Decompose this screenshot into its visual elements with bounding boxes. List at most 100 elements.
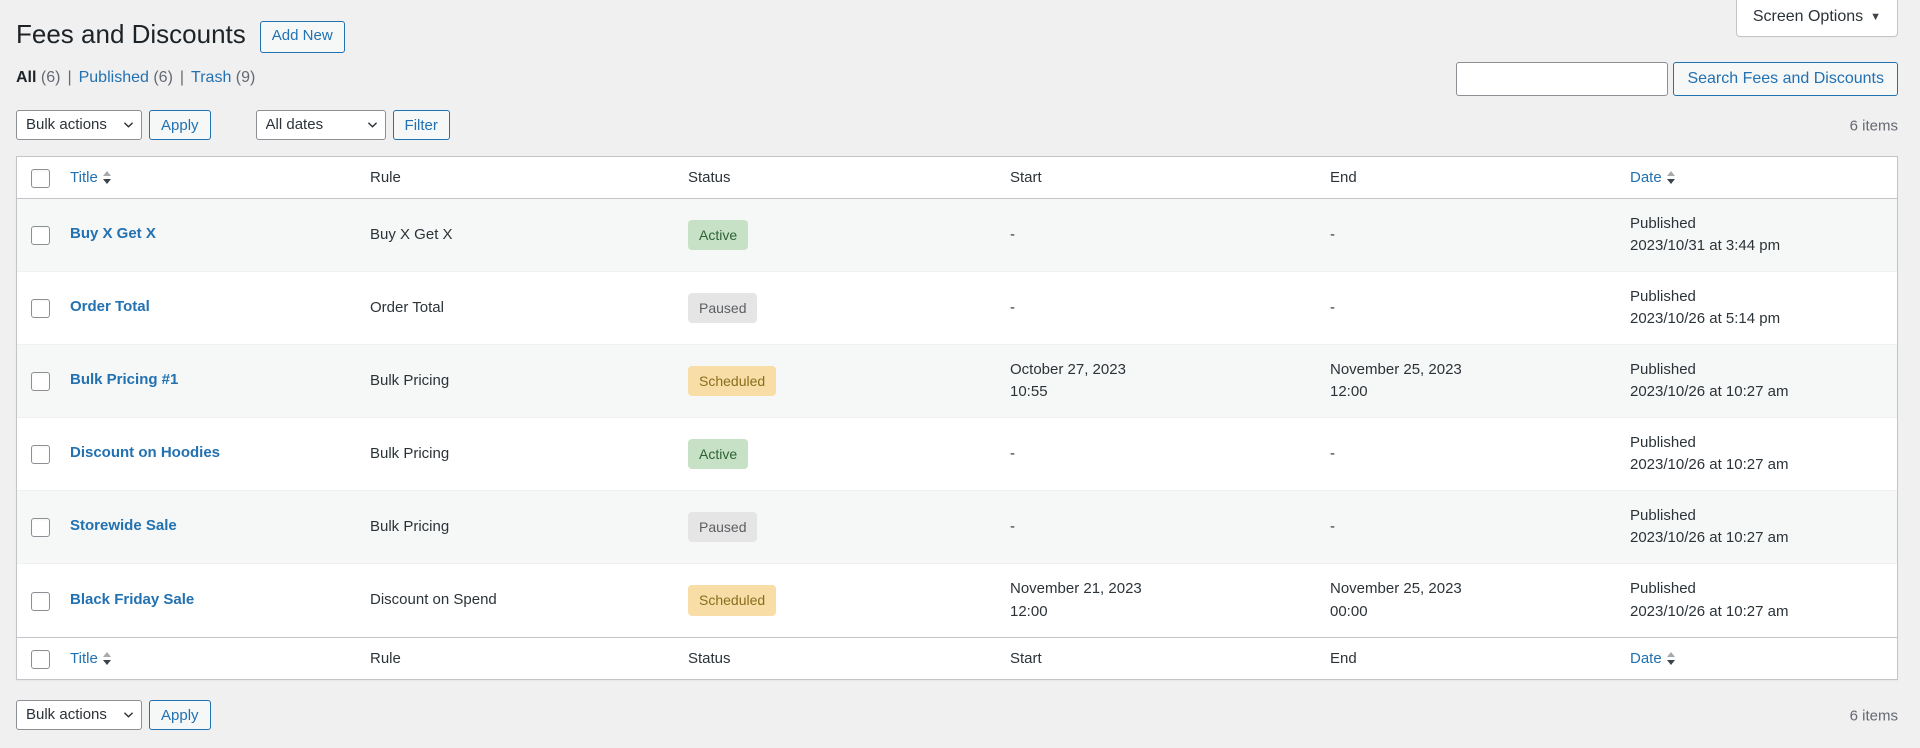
row-title-link[interactable]: Bulk Pricing #1 bbox=[70, 371, 178, 388]
row-select-cell bbox=[17, 564, 60, 637]
date-filter-select[interactable]: All dates bbox=[255, 110, 386, 140]
column-label-date: Date bbox=[1630, 169, 1662, 186]
row-status-cell: Scheduled bbox=[678, 345, 1000, 418]
column-label-date: Date bbox=[1630, 650, 1662, 667]
row-checkbox[interactable] bbox=[31, 445, 50, 465]
row-end-cell-date: - bbox=[1330, 225, 1335, 243]
column-header-title: Title bbox=[60, 157, 360, 199]
row-start-cell-date: October 27, 2023 bbox=[1010, 360, 1126, 378]
row-checkbox[interactable] bbox=[31, 518, 50, 538]
row-end-cell-time: 00:00 bbox=[1330, 602, 1368, 620]
row-end-cell-time: 12:00 bbox=[1330, 383, 1368, 400]
row-end-cell: November 25, 2023 12:00 bbox=[1320, 345, 1620, 418]
row-end-cell-date: - bbox=[1330, 444, 1335, 462]
row-date-cell: Published 2023/10/31 at 3:44 pm bbox=[1620, 199, 1897, 272]
row-start-cell-time: 12:00 bbox=[1010, 602, 1048, 620]
row-start-cell: - bbox=[1000, 199, 1320, 272]
sort-by-date-link[interactable]: Date bbox=[1630, 167, 1676, 188]
view-link-trash[interactable]: Trash bbox=[191, 69, 231, 86]
select-all-checkbox-footer[interactable] bbox=[31, 649, 50, 669]
row-title-link[interactable]: Order Total bbox=[70, 298, 150, 315]
row-date-status: Published bbox=[1630, 287, 1696, 305]
view-separator: | bbox=[67, 69, 72, 86]
row-checkbox[interactable] bbox=[31, 299, 50, 319]
row-select-cell bbox=[17, 272, 60, 345]
row-start-cell-date: November 21, 2023 bbox=[1010, 580, 1142, 597]
row-select-cell bbox=[17, 491, 60, 564]
view-filter-published: Published (6) | bbox=[79, 69, 191, 86]
view-link-all[interactable]: All bbox=[16, 69, 36, 86]
apply-button-top[interactable]: Apply bbox=[149, 110, 211, 140]
row-title-cell: Black Friday Sale bbox=[60, 564, 360, 637]
view-separator: | bbox=[179, 69, 185, 86]
row-title-link[interactable]: Buy X Get X bbox=[70, 225, 156, 242]
table-row: Storewide Sale Bulk Pricing Paused - - Publis… bbox=[17, 491, 1897, 564]
screen-options-button[interactable]: Screen Options ▼ bbox=[1735, 0, 1898, 37]
bulk-actions-select-wrap-top: Bulk actions bbox=[16, 110, 142, 140]
row-title-cell: Buy X Get X bbox=[60, 199, 360, 272]
view-count-all: (6) bbox=[36, 69, 61, 86]
row-select-cell bbox=[17, 345, 60, 418]
sort-by-title-link-footer[interactable]: Title bbox=[70, 648, 112, 669]
row-end-cell: - bbox=[1320, 272, 1620, 345]
column-footer-date: Date bbox=[1620, 637, 1897, 679]
search-box: Search Fees and Discounts bbox=[1456, 62, 1898, 96]
select-all-footer bbox=[17, 637, 60, 679]
row-date-status: Published bbox=[1630, 433, 1696, 451]
row-status-cell: Active bbox=[678, 418, 1000, 491]
status-badge: Scheduled bbox=[688, 585, 777, 616]
row-start-cell: - bbox=[1000, 418, 1320, 491]
row-title-link[interactable]: Black Friday Sale bbox=[70, 591, 194, 608]
tablenav-top: Bulk actions Apply All dates Filter 6 it… bbox=[16, 110, 1898, 142]
sort-arrows-icon bbox=[1666, 170, 1676, 185]
column-header-end: End bbox=[1320, 157, 1620, 199]
column-label-title: Title bbox=[70, 169, 98, 186]
admin-page: Screen Options ▼ Fees and Discounts Add N… bbox=[0, 0, 1920, 748]
column-footer-title: Title bbox=[60, 637, 360, 679]
row-title-cell: Order Total bbox=[60, 272, 360, 345]
row-start-cell-date: - bbox=[1010, 444, 1015, 462]
table-row: Black Friday Sale Discount on Spend Schedu… bbox=[17, 564, 1897, 637]
column-footer-start: Start bbox=[1000, 637, 1320, 679]
search-submit-button[interactable]: Search Fees and Discounts bbox=[1673, 62, 1898, 96]
view-count-published: (6) bbox=[148, 69, 173, 86]
row-date-cell: Published 2023/10/26 at 10:27 am bbox=[1620, 564, 1897, 637]
bulk-actions-select-bottom[interactable]: Bulk actions bbox=[16, 700, 142, 730]
row-date-value: 2023/10/26 at 10:27 am bbox=[1630, 529, 1789, 546]
add-new-button[interactable]: Add New bbox=[259, 21, 345, 53]
row-status-cell: Paused bbox=[678, 491, 1000, 564]
table-row: Bulk Pricing #1 Bulk Pricing Scheduled Octo… bbox=[17, 345, 1897, 418]
table-head: Title Rule Status Start End Date bbox=[17, 157, 1897, 199]
filter-button[interactable]: Filter bbox=[392, 110, 450, 140]
screen-meta-links: Screen Options ▼ bbox=[1735, 0, 1898, 37]
tablenav-bottom: Bulk actions Apply 6 items bbox=[16, 700, 1898, 732]
column-footer-rule: Rule bbox=[360, 637, 678, 679]
select-all-checkbox[interactable] bbox=[31, 168, 50, 188]
row-checkbox[interactable] bbox=[31, 226, 50, 246]
row-status-cell: Paused bbox=[678, 272, 1000, 345]
row-end-cell-date: - bbox=[1330, 298, 1335, 316]
bulk-actions-select-top[interactable]: Bulk actions bbox=[16, 110, 142, 140]
column-header-rule: Rule bbox=[360, 157, 678, 199]
status-badge: Paused bbox=[688, 511, 758, 543]
row-rule-cell: Bulk Pricing bbox=[360, 345, 678, 418]
row-rule-cell: Bulk Pricing bbox=[360, 491, 678, 564]
caret-down-icon: ▼ bbox=[1870, 11, 1881, 23]
search-input[interactable] bbox=[1456, 62, 1669, 96]
apply-button-bottom[interactable]: Apply bbox=[149, 700, 211, 730]
view-link-published[interactable]: Published bbox=[79, 69, 149, 86]
status-badge: Active bbox=[688, 438, 749, 470]
view-filter-links: All (6) | Published (6) | Trash (9) bbox=[16, 62, 255, 94]
table-header-row: Title Rule Status Start End Date bbox=[17, 157, 1897, 199]
row-checkbox[interactable] bbox=[31, 591, 50, 611]
row-title-link[interactable]: Discount on Hoodies bbox=[70, 444, 220, 461]
sort-by-title-link[interactable]: Title bbox=[70, 167, 112, 188]
row-end-cell: - bbox=[1320, 199, 1620, 272]
row-select-cell bbox=[17, 199, 60, 272]
row-checkbox[interactable] bbox=[31, 372, 50, 392]
row-title-link[interactable]: Storewide Sale bbox=[70, 517, 177, 534]
row-start-cell-date: - bbox=[1010, 517, 1015, 535]
sort-by-date-link-footer[interactable]: Date bbox=[1630, 648, 1676, 669]
table-row: Discount on Hoodies Bulk Pricing Active - - P… bbox=[17, 418, 1897, 491]
row-date-cell: Published 2023/10/26 at 10:27 am bbox=[1620, 345, 1897, 418]
